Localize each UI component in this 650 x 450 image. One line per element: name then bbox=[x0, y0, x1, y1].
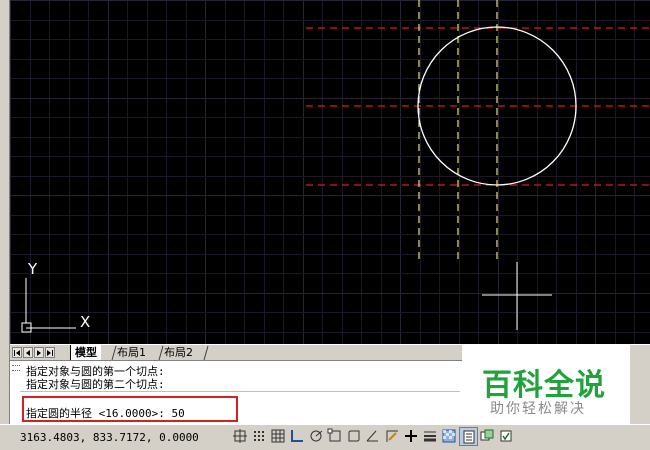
3d-object-snap-icon[interactable] bbox=[345, 427, 364, 446]
lineweight-icon[interactable] bbox=[421, 427, 440, 446]
watermark: 百科全说 助你轻松解决 bbox=[462, 344, 630, 426]
coordinate-readout: 3163.4803, 833.7172, 0.0000 bbox=[20, 431, 199, 444]
command-divider bbox=[20, 391, 460, 392]
left-frame bbox=[0, 0, 10, 450]
status-bar: 3163.4803, 833.7172, 0.0000 bbox=[0, 424, 650, 450]
annotation-monitor-icon[interactable] bbox=[497, 427, 516, 446]
polar-tracking-icon[interactable] bbox=[307, 427, 326, 446]
selection-cycling-icon[interactable] bbox=[478, 427, 497, 446]
dynamic-input-icon[interactable] bbox=[402, 427, 421, 446]
drawing-canvas[interactable]: Y X bbox=[10, 0, 650, 344]
drawing-svg[interactable]: Y X bbox=[10, 0, 650, 344]
ortho-mode-icon[interactable] bbox=[288, 427, 307, 446]
dynamic-ucs-icon[interactable] bbox=[383, 427, 402, 446]
crosshair-cursor bbox=[482, 262, 552, 330]
grid-display-icon[interactable] bbox=[250, 427, 269, 446]
ucs-x-label: X bbox=[80, 313, 90, 331]
ucs-icon: Y X bbox=[21, 260, 90, 333]
object-snap-icon[interactable] bbox=[326, 427, 345, 446]
snap-mode-icon[interactable] bbox=[231, 427, 250, 446]
command-history-line: 指定对象与圆的第一个切点: bbox=[26, 365, 165, 378]
quick-properties-icon[interactable] bbox=[459, 427, 478, 446]
grid-mode-icon[interactable] bbox=[269, 427, 288, 446]
command-prompt-highlight bbox=[22, 396, 238, 422]
command-history-line: 指定对象与圆的第二个切点: bbox=[26, 378, 165, 391]
command-window-grip[interactable] bbox=[12, 365, 20, 371]
transparency-icon[interactable] bbox=[440, 427, 459, 446]
watermark-subtitle: 助你轻松解决 bbox=[490, 401, 586, 417]
object-snap-tracking-icon[interactable] bbox=[364, 427, 383, 446]
ucs-y-label: Y bbox=[27, 260, 38, 278]
